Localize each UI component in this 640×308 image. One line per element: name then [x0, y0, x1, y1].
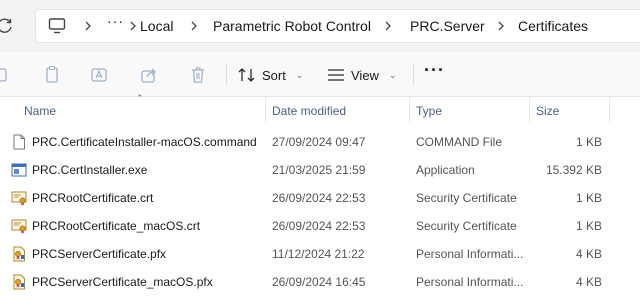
sort-label: Sort — [262, 67, 286, 83]
chevron-right-icon[interactable] — [83, 20, 93, 32]
sort-ascending-icon: ⌃ — [136, 93, 144, 103]
more-options-button[interactable]: ··· — [424, 60, 445, 81]
file-list: PRC.CertificateInstaller-macOS.command 2… — [0, 128, 640, 296]
chevron-right-icon[interactable] — [383, 20, 393, 32]
breadcrumb-overflow[interactable]: ··· — [107, 13, 124, 29]
file-row[interactable]: PRCServerCertificate.pfx 11/12/2024 21:2… — [0, 240, 640, 268]
refresh-icon[interactable] — [0, 17, 14, 35]
column-divider[interactable] — [409, 97, 410, 123]
file-name: PRCRootCertificate_macOS.crt — [32, 219, 201, 233]
column-divider[interactable] — [265, 97, 266, 123]
breadcrumb-prc-server[interactable]: PRC.Server — [410, 18, 485, 34]
chevron-down-icon: ⌄ — [388, 69, 397, 80]
file-date: 11/12/2024 21:22 — [272, 247, 365, 261]
column-header-type[interactable]: Type — [416, 104, 442, 118]
file-type: Personal Informati... — [416, 275, 524, 289]
column-headers: ⌃ Name Date modified Type Size — [0, 93, 640, 125]
blank-file-icon — [13, 134, 25, 150]
column-header-name[interactable]: Name — [24, 104, 56, 118]
certificate-icon — [11, 191, 27, 206]
file-size: 15.392 KB — [545, 163, 602, 177]
personal-info-icon — [13, 246, 25, 262]
chevron-right-icon[interactable] — [189, 20, 199, 32]
file-type: Personal Informati... — [416, 247, 524, 261]
file-date: 27/09/2024 09:47 — [272, 135, 366, 149]
view-list-icon — [328, 69, 344, 81]
view-button[interactable]: View ⌄ — [327, 62, 397, 88]
file-row[interactable]: PRC.CertInstaller.exe 21/03/2025 21:59 A… — [0, 156, 640, 184]
sort-button[interactable]: Sort ⌄ — [238, 62, 303, 88]
file-name: PRC.CertInstaller.exe — [32, 163, 148, 177]
personal-info-icon — [13, 274, 25, 290]
command-bar: Sort ⌄ View ⌄ ··· — [0, 52, 640, 97]
delete-icon[interactable] — [188, 65, 208, 85]
file-row[interactable]: PRCRootCertificate_macOS.crt 26/09/2024 … — [0, 212, 640, 240]
this-pc-icon[interactable] — [48, 18, 66, 34]
file-size: 4 KB — [575, 275, 602, 289]
file-date: 21/03/2025 21:59 — [272, 163, 366, 177]
toolbar-separator — [226, 64, 227, 86]
file-size: 1 KB — [575, 219, 602, 233]
file-type: Security Certificate — [416, 219, 517, 233]
column-divider[interactable] — [529, 97, 530, 123]
address-bar-row: ··· Local Parametric Robot Control PRC.S… — [0, 0, 640, 52]
file-name: PRC.CertificateInstaller-macOS.command — [32, 135, 257, 149]
breadcrumb-parametric-robot-control[interactable]: Parametric Robot Control — [213, 18, 371, 34]
column-header-size[interactable]: Size — [536, 104, 559, 118]
cut-icon[interactable] — [0, 65, 14, 85]
file-row[interactable]: PRC.CertificateInstaller-macOS.command 2… — [0, 128, 640, 156]
column-header-date-modified[interactable]: Date modified — [272, 104, 346, 118]
certificate-icon — [11, 219, 27, 234]
file-name: PRCServerCertificate.pfx — [32, 247, 167, 261]
file-type: Security Certificate — [416, 191, 517, 205]
file-name: PRCServerCertificate_macOS.pfx — [32, 275, 213, 289]
share-icon[interactable] — [139, 65, 159, 85]
rename-icon[interactable] — [90, 65, 110, 85]
toolbar-separator — [413, 64, 414, 86]
sort-icon — [238, 68, 255, 82]
file-type: COMMAND File — [416, 135, 502, 149]
view-label: View — [351, 67, 379, 83]
copy-icon[interactable] — [42, 65, 62, 85]
file-date: 26/09/2024 16:45 — [272, 275, 366, 289]
file-type: Application — [416, 163, 475, 177]
application-icon — [11, 163, 27, 177]
file-row[interactable]: PRCRootCertificate.crt 26/09/2024 22:53 … — [0, 184, 640, 212]
chevron-right-icon[interactable] — [496, 20, 506, 32]
chevron-right-icon[interactable] — [128, 20, 138, 32]
file-size: 1 KB — [575, 135, 602, 149]
file-date: 26/09/2024 22:53 — [272, 219, 366, 233]
file-size: 1 KB — [575, 191, 602, 205]
breadcrumb-certificates[interactable]: Certificates — [518, 18, 588, 34]
breadcrumb-local[interactable]: Local — [140, 18, 173, 34]
chevron-down-icon: ⌄ — [295, 69, 304, 80]
address-bar[interactable]: ··· Local Parametric Robot Control PRC.S… — [35, 9, 640, 43]
file-row[interactable]: PRCServerCertificate_macOS.pfx 26/09/202… — [0, 268, 640, 296]
file-date: 26/09/2024 22:53 — [272, 191, 366, 205]
file-name: PRCRootCertificate.crt — [32, 191, 154, 205]
file-size: 4 KB — [575, 247, 602, 261]
column-divider[interactable] — [609, 97, 610, 123]
